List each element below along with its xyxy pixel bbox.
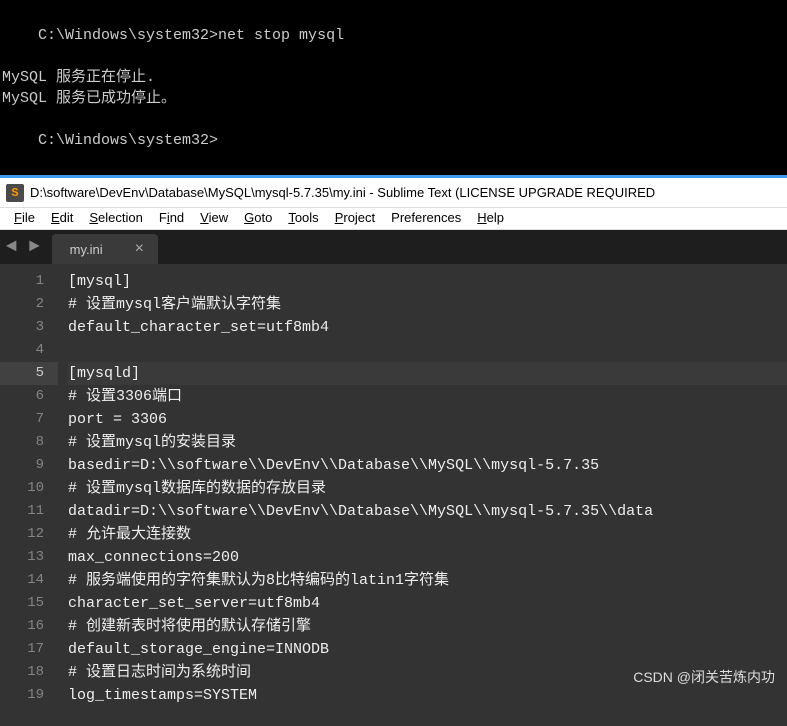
terminal-prompt: C:\Windows\system32> — [38, 27, 218, 44]
code-line[interactable]: default_character_set=utf8mb4 — [68, 316, 787, 339]
line-number: 13 — [0, 546, 44, 569]
line-number-gutter: 12345678910111213141516171819 — [0, 264, 58, 726]
line-number: 14 — [0, 569, 44, 592]
tab-myini[interactable]: my.ini × — [52, 234, 158, 264]
line-number: 8 — [0, 431, 44, 454]
menu-view[interactable]: View — [192, 208, 236, 229]
line-number: 6 — [0, 385, 44, 408]
menubar: File Edit Selection Find View Goto Tools… — [0, 208, 787, 230]
code-line[interactable]: log_timestamps=SYSTEM — [68, 684, 787, 707]
terminal-line: C:\Windows\system32>net stop mysql — [2, 4, 785, 67]
line-number: 9 — [0, 454, 44, 477]
terminal-prompt: C:\Windows\system32> — [38, 132, 218, 149]
code-line[interactable]: # 设置3306端口 — [68, 385, 787, 408]
menu-find[interactable]: Find — [151, 208, 192, 229]
code-line[interactable] — [68, 339, 787, 362]
sublime-window: S D:\software\DevEnv\Database\MySQL\mysq… — [0, 175, 787, 726]
code-line[interactable]: # 设置mysql客户端默认字符集 — [68, 293, 787, 316]
cmd-terminal[interactable]: C:\Windows\system32>net stop mysql MySQL… — [0, 0, 787, 175]
terminal-line: MySQL 服务已成功停止。 — [2, 88, 785, 109]
code-line[interactable]: [mysql] — [68, 270, 787, 293]
menu-file[interactable]: File — [6, 208, 43, 229]
line-number: 7 — [0, 408, 44, 431]
tab-label: my.ini — [70, 242, 103, 257]
code-line[interactable]: port = 3306 — [68, 408, 787, 431]
window-title: D:\software\DevEnv\Database\MySQL\mysql-… — [30, 185, 655, 200]
line-number: 5 — [0, 362, 58, 385]
line-number: 10 — [0, 477, 44, 500]
line-number: 11 — [0, 500, 44, 523]
code-line[interactable]: # 设置mysql的安装目录 — [68, 431, 787, 454]
line-number: 4 — [0, 339, 44, 362]
nav-right-icon[interactable]: ► — [23, 237, 46, 257]
code-line[interactable]: [mysqld] — [68, 362, 787, 385]
menu-preferences[interactable]: Preferences — [383, 208, 469, 229]
code-line[interactable]: # 服务端使用的字符集默认为8比特编码的latin1字符集 — [68, 569, 787, 592]
menu-edit[interactable]: Edit — [43, 208, 81, 229]
code-line[interactable]: datadir=D:\\software\\DevEnv\\Database\\… — [68, 500, 787, 523]
line-number: 3 — [0, 316, 44, 339]
close-icon[interactable]: × — [135, 240, 144, 258]
line-number: 12 — [0, 523, 44, 546]
line-number: 18 — [0, 661, 44, 684]
terminal-line: C:\Windows\system32> — [2, 109, 785, 172]
line-number: 1 — [0, 270, 44, 293]
titlebar[interactable]: S D:\software\DevEnv\Database\MySQL\mysq… — [0, 178, 787, 208]
line-number: 16 — [0, 615, 44, 638]
line-number: 19 — [0, 684, 44, 707]
code-line[interactable]: default_storage_engine=INNODB — [68, 638, 787, 661]
code-content[interactable]: [mysql]# 设置mysql客户端默认字符集default_characte… — [58, 264, 787, 726]
watermark-text: CSDN @闭关苦炼内功 — [633, 667, 775, 687]
code-line[interactable]: # 允许最大连接数 — [68, 523, 787, 546]
menu-selection[interactable]: Selection — [81, 208, 150, 229]
line-number: 17 — [0, 638, 44, 661]
menu-tools[interactable]: Tools — [280, 208, 326, 229]
line-number: 15 — [0, 592, 44, 615]
menu-help[interactable]: Help — [469, 208, 512, 229]
code-line[interactable]: basedir=D:\\software\\DevEnv\\Database\\… — [68, 454, 787, 477]
tab-bar: ◄ ► my.ini × — [0, 230, 787, 264]
menu-goto[interactable]: Goto — [236, 208, 280, 229]
code-line[interactable]: character_set_server=utf8mb4 — [68, 592, 787, 615]
menu-project[interactable]: Project — [327, 208, 383, 229]
code-line[interactable]: # 设置mysql数据库的数据的存放目录 — [68, 477, 787, 500]
sublime-app-icon: S — [6, 184, 24, 202]
terminal-line: MySQL 服务正在停止. — [2, 67, 785, 88]
line-number: 2 — [0, 293, 44, 316]
code-line[interactable]: # 创建新表时将使用的默认存储引擎 — [68, 615, 787, 638]
nav-left-icon[interactable]: ◄ — [0, 237, 23, 257]
terminal-command: net stop mysql — [218, 27, 344, 44]
code-line[interactable]: max_connections=200 — [68, 546, 787, 569]
editor-area[interactable]: 12345678910111213141516171819 [mysql]# 设… — [0, 264, 787, 726]
